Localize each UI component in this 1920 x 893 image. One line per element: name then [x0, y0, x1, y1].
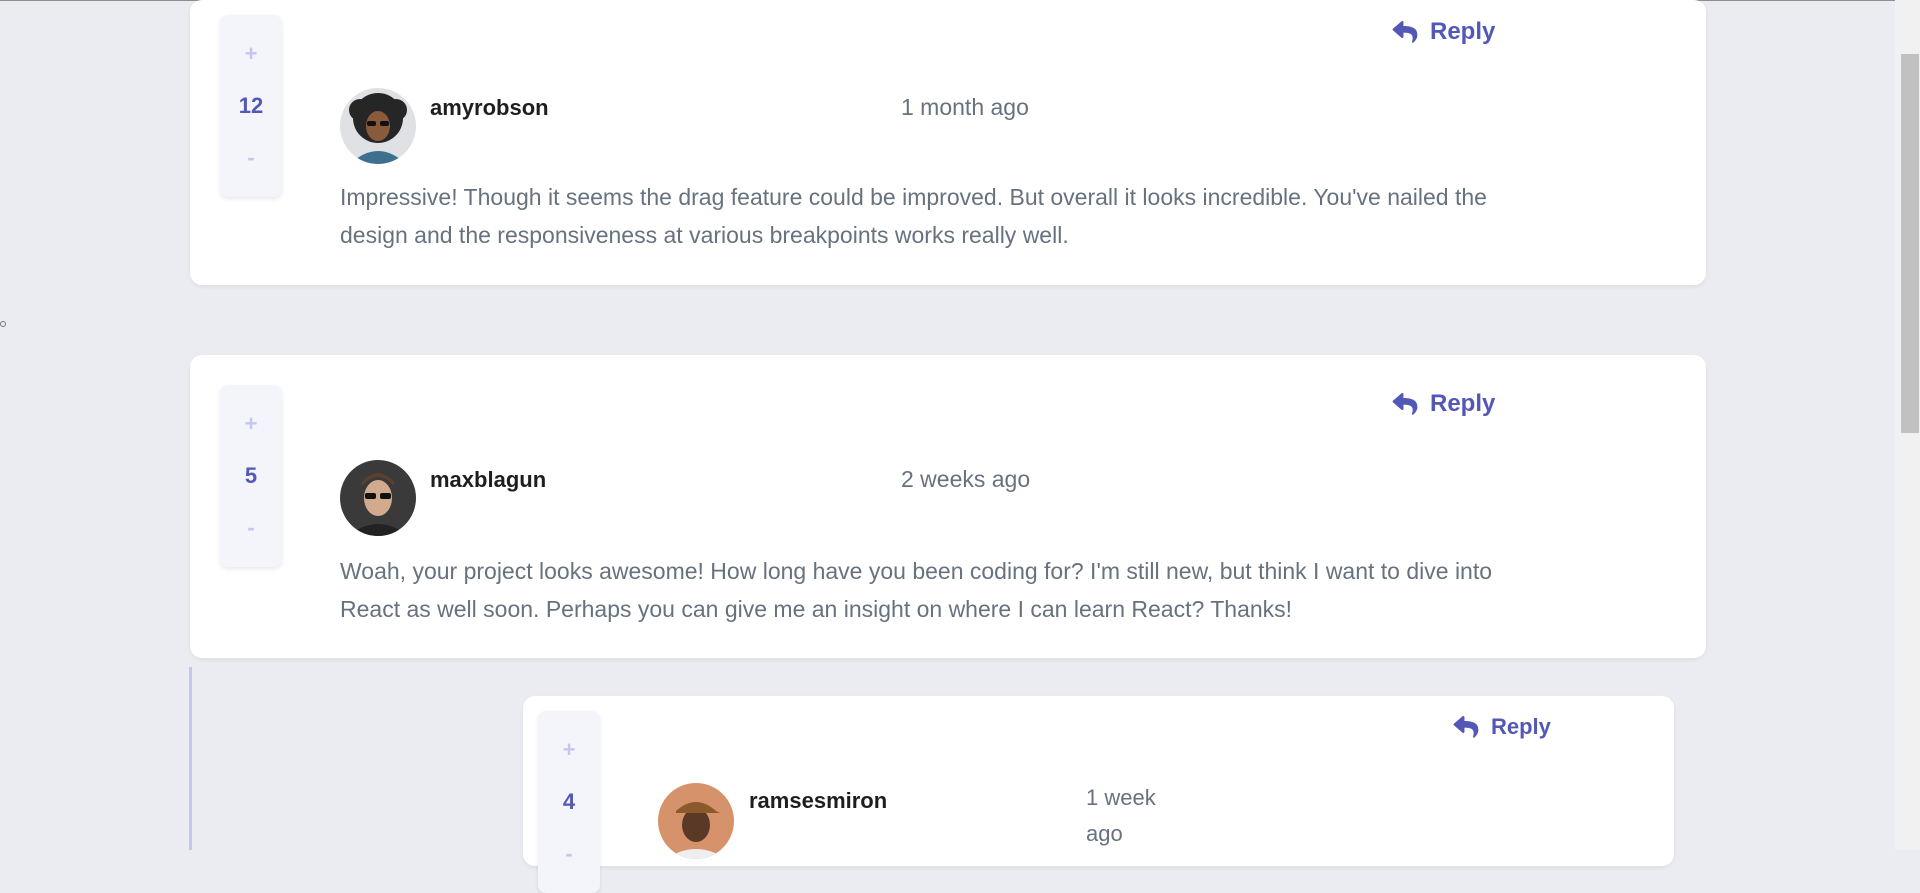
side-marker: [0, 321, 6, 327]
reply-arrow-icon: [1392, 392, 1418, 415]
vote-counter: + 4 -: [538, 711, 600, 893]
comment-text: Impressive! Though it seems the drag fea…: [340, 184, 1487, 248]
reply-thread-line: [189, 667, 192, 850]
vote-counter: + 5 -: [220, 385, 282, 567]
reply-label: Reply: [1430, 390, 1496, 417]
comment-text: Woah, your project looks awesome! How lo…: [340, 558, 1493, 622]
reply-button[interactable]: Reply: [1392, 390, 1495, 418]
username[interactable]: amyrobson: [430, 95, 549, 121]
reply-arrow-icon: [1392, 20, 1418, 43]
avatar: [340, 460, 416, 536]
downvote-button[interactable]: -: [565, 843, 572, 865]
reply-label: Reply: [1430, 18, 1496, 45]
scrollbar-thumb[interactable]: [1901, 54, 1919, 433]
avatar: [340, 88, 416, 164]
upvote-button[interactable]: +: [245, 43, 258, 65]
timestamp: 1 month ago: [901, 94, 1029, 120]
upvote-button[interactable]: +: [245, 413, 258, 435]
timestamp: 1 week ago: [1086, 785, 1156, 846]
scrollbar[interactable]: [1895, 0, 1920, 850]
comment-card-amyrobson: + 12 - Reply amyrobson 1 month ago Impre…: [190, 0, 1706, 285]
avatar: [658, 783, 734, 859]
score: 5: [244, 463, 258, 488]
downvote-button[interactable]: -: [247, 147, 254, 169]
score: 12: [238, 93, 264, 118]
timestamp: 2 weeks ago: [901, 466, 1031, 492]
downvote-button[interactable]: -: [247, 517, 254, 539]
comment-card-maxblagun: + 5 - Reply maxblagun 2 weeks ago Woah, …: [190, 355, 1706, 658]
reply-label: Reply: [1491, 714, 1551, 739]
upvote-button[interactable]: +: [563, 739, 576, 761]
reply-arrow-icon: [1453, 715, 1479, 738]
username[interactable]: ramsesmiron: [749, 788, 887, 814]
username[interactable]: maxblagun: [430, 467, 546, 493]
reply-card-ramsesmiron: + 4 - Reply ramsesmiron 1 week ago: [523, 696, 1674, 893]
reply-button[interactable]: Reply: [1453, 714, 1551, 740]
vote-counter: + 12 -: [220, 15, 282, 197]
score: 4: [562, 789, 576, 814]
reply-button[interactable]: Reply: [1392, 18, 1495, 46]
